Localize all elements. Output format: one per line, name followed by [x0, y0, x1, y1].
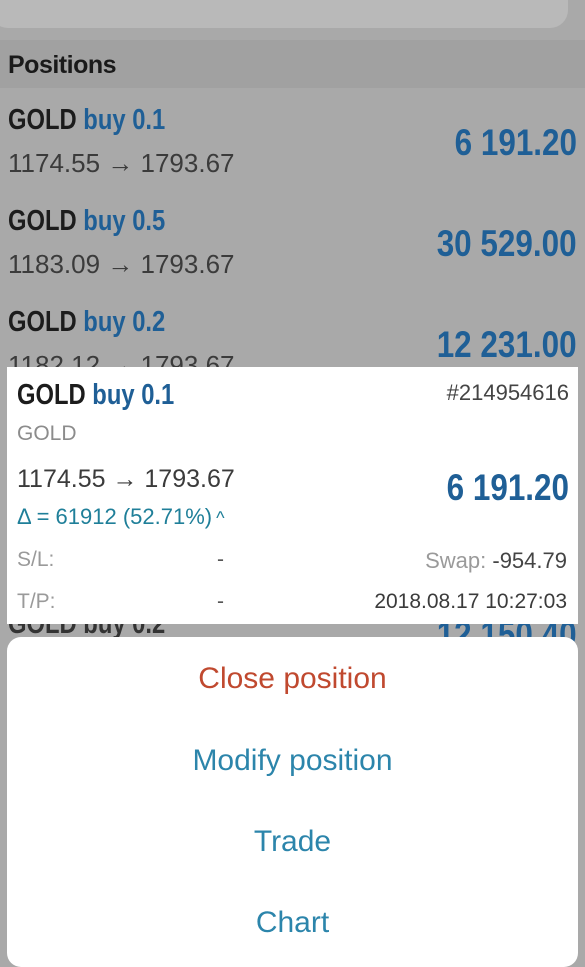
tp-label: T/P: [17, 590, 56, 613]
position-title: GOLD buy 0.2 [8, 306, 165, 339]
position-profit: 12 231.00 [437, 324, 577, 365]
position-title: GOLD buy 0.5 [8, 205, 165, 238]
chart-button[interactable]: Chart [7, 888, 578, 958]
detail-symbol: GOLD [17, 379, 86, 411]
close-position-button[interactable]: Close position [7, 644, 578, 714]
position-side: buy [83, 205, 126, 237]
tp-value: - [217, 590, 224, 613]
sl-value: - [217, 548, 224, 571]
position-volume: 0.1 [132, 104, 166, 136]
position-profit: 30 529.00 [437, 223, 577, 264]
position-symbol: GOLD [8, 104, 77, 136]
detail-profit: 6 191.20 [446, 467, 569, 508]
detail-side: buy [92, 379, 135, 411]
position-profit: 6 191.20 [454, 122, 577, 163]
top-panel-edge [0, 0, 568, 28]
position-side: buy [83, 306, 126, 338]
detail-delta: Δ = 61912 (52.71%) ^ [17, 504, 225, 530]
modify-position-button[interactable]: Modify position [7, 726, 578, 796]
detail-prices: 1174.55 → 1793.67 [17, 465, 235, 493]
chevron-up-icon: ^ [216, 508, 225, 528]
swap-info: Swap: -954.79 [425, 548, 567, 574]
position-detail-card: GOLD buy 0.1 #214954616 GOLD 1174.55 → 1… [7, 367, 578, 624]
swap-label: Swap: [425, 548, 487, 573]
position-prices: 1174.55 → 1793.67 [8, 148, 235, 178]
position-symbol: GOLD [8, 205, 77, 237]
swap-value: -954.79 [492, 548, 567, 573]
action-sheet: Close position Modify position Trade Cha… [7, 637, 578, 967]
position-row[interactable]: GOLD buy 0.5 1183.09 → 1793.67 30 529.00 [0, 201, 585, 301]
open-time: 2018.08.17 10:27:03 [374, 590, 567, 613]
detail-title: GOLD buy 0.1 [17, 379, 174, 412]
position-row[interactable]: GOLD buy 0.1 1174.55 → 1793.67 6 191.20 [0, 100, 585, 200]
position-volume: 0.2 [132, 306, 166, 338]
position-symbol: GOLD [8, 306, 77, 338]
trade-button[interactable]: Trade [7, 807, 578, 877]
detail-volume: 0.1 [141, 379, 175, 411]
detail-ticket: #214954616 [446, 380, 569, 405]
detail-delta-text: Δ = 61912 (52.71%) [17, 504, 213, 529]
position-title: GOLD buy 0.1 [8, 104, 165, 137]
position-volume: 0.5 [132, 205, 166, 237]
position-prices: 1183.09 → 1793.67 [8, 249, 235, 279]
positions-title: Positions [8, 51, 117, 79]
sl-label: S/L: [17, 548, 55, 571]
detail-symbol-name: GOLD [17, 422, 77, 445]
position-side: buy [83, 104, 126, 136]
